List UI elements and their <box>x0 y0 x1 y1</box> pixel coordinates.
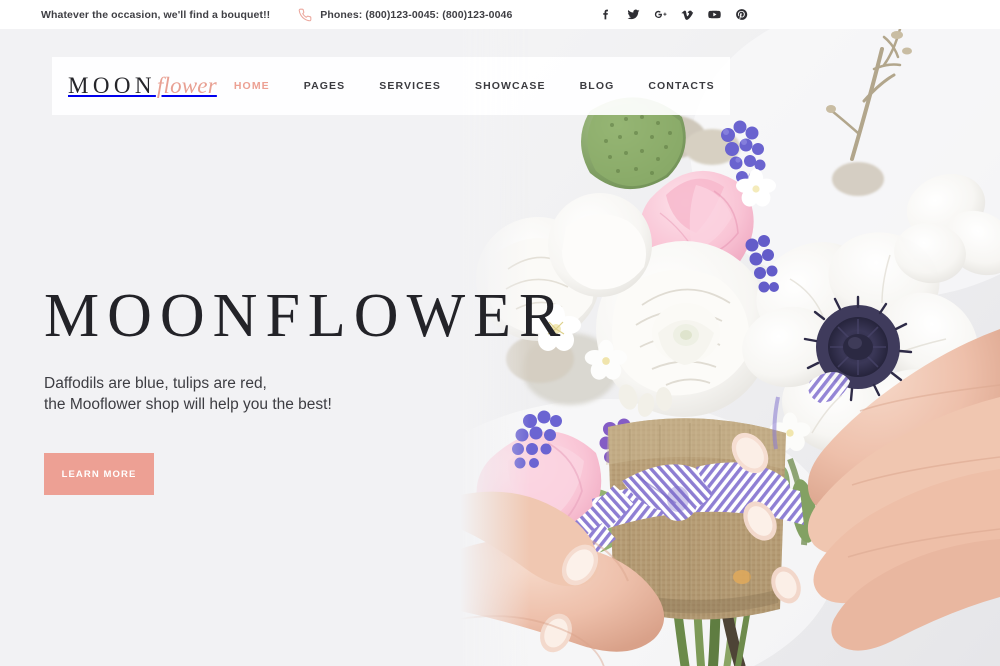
phones-group[interactable]: Phones: (800)123-0045: (800)123-0046 <box>298 8 512 22</box>
nav-item-services[interactable]: SERVICES <box>362 80 458 92</box>
top-utility-bar: Whatever the occasion, we'll find a bouq… <box>0 0 1000 29</box>
nav-item-showcase[interactable]: SHOWCASE <box>458 80 563 92</box>
phones-label: Phones: (800)123-0045: (800)123-0046 <box>320 8 513 21</box>
pinterest-icon[interactable] <box>735 8 748 21</box>
hero-subtitle-line-1: Daffodils are blue, tulips are red, <box>44 375 267 392</box>
google-plus-icon[interactable] <box>654 8 667 21</box>
nav-item-home[interactable]: HOME <box>217 80 287 92</box>
main-navigation: HOME PAGES SERVICES SHOWCASE BLOG CONTAC… <box>217 80 715 92</box>
site-logo[interactable]: MOON flower <box>68 73 217 99</box>
logo-secondary-text: flower <box>156 73 217 98</box>
tagline-text: Whatever the occasion, we'll find a bouq… <box>41 8 271 21</box>
youtube-icon[interactable] <box>708 8 721 21</box>
logo-primary-text: MOON <box>68 73 156 98</box>
phone-icon <box>298 8 312 22</box>
hero-heading: MOONFLOWER <box>44 282 569 350</box>
vimeo-icon[interactable] <box>681 8 694 21</box>
site-header: MOON flower HOME PAGES SERVICES SHOWCASE… <box>52 57 730 115</box>
hero-subtitle: Daffodils are blue, tulips are red, the … <box>44 373 568 415</box>
learn-more-button[interactable]: LEARN MORE <box>44 453 154 495</box>
hero-subtitle-line-2: the Mooflower shop will help you the bes… <box>44 396 332 413</box>
landing-page: Whatever the occasion, we'll find a bouq… <box>0 0 1000 666</box>
nav-item-contacts[interactable]: CONTACTS <box>631 80 714 92</box>
facebook-icon[interactable] <box>600 8 613 21</box>
hero-content: MOONFLOWER Daffodils are blue, tulips ar… <box>44 285 568 495</box>
nav-item-pages[interactable]: PAGES <box>287 80 362 92</box>
nav-item-blog[interactable]: BLOG <box>563 80 632 92</box>
social-links <box>600 0 748 29</box>
hero-section: MOON flower HOME PAGES SERVICES SHOWCASE… <box>0 29 1000 666</box>
twitter-icon[interactable] <box>627 8 640 21</box>
